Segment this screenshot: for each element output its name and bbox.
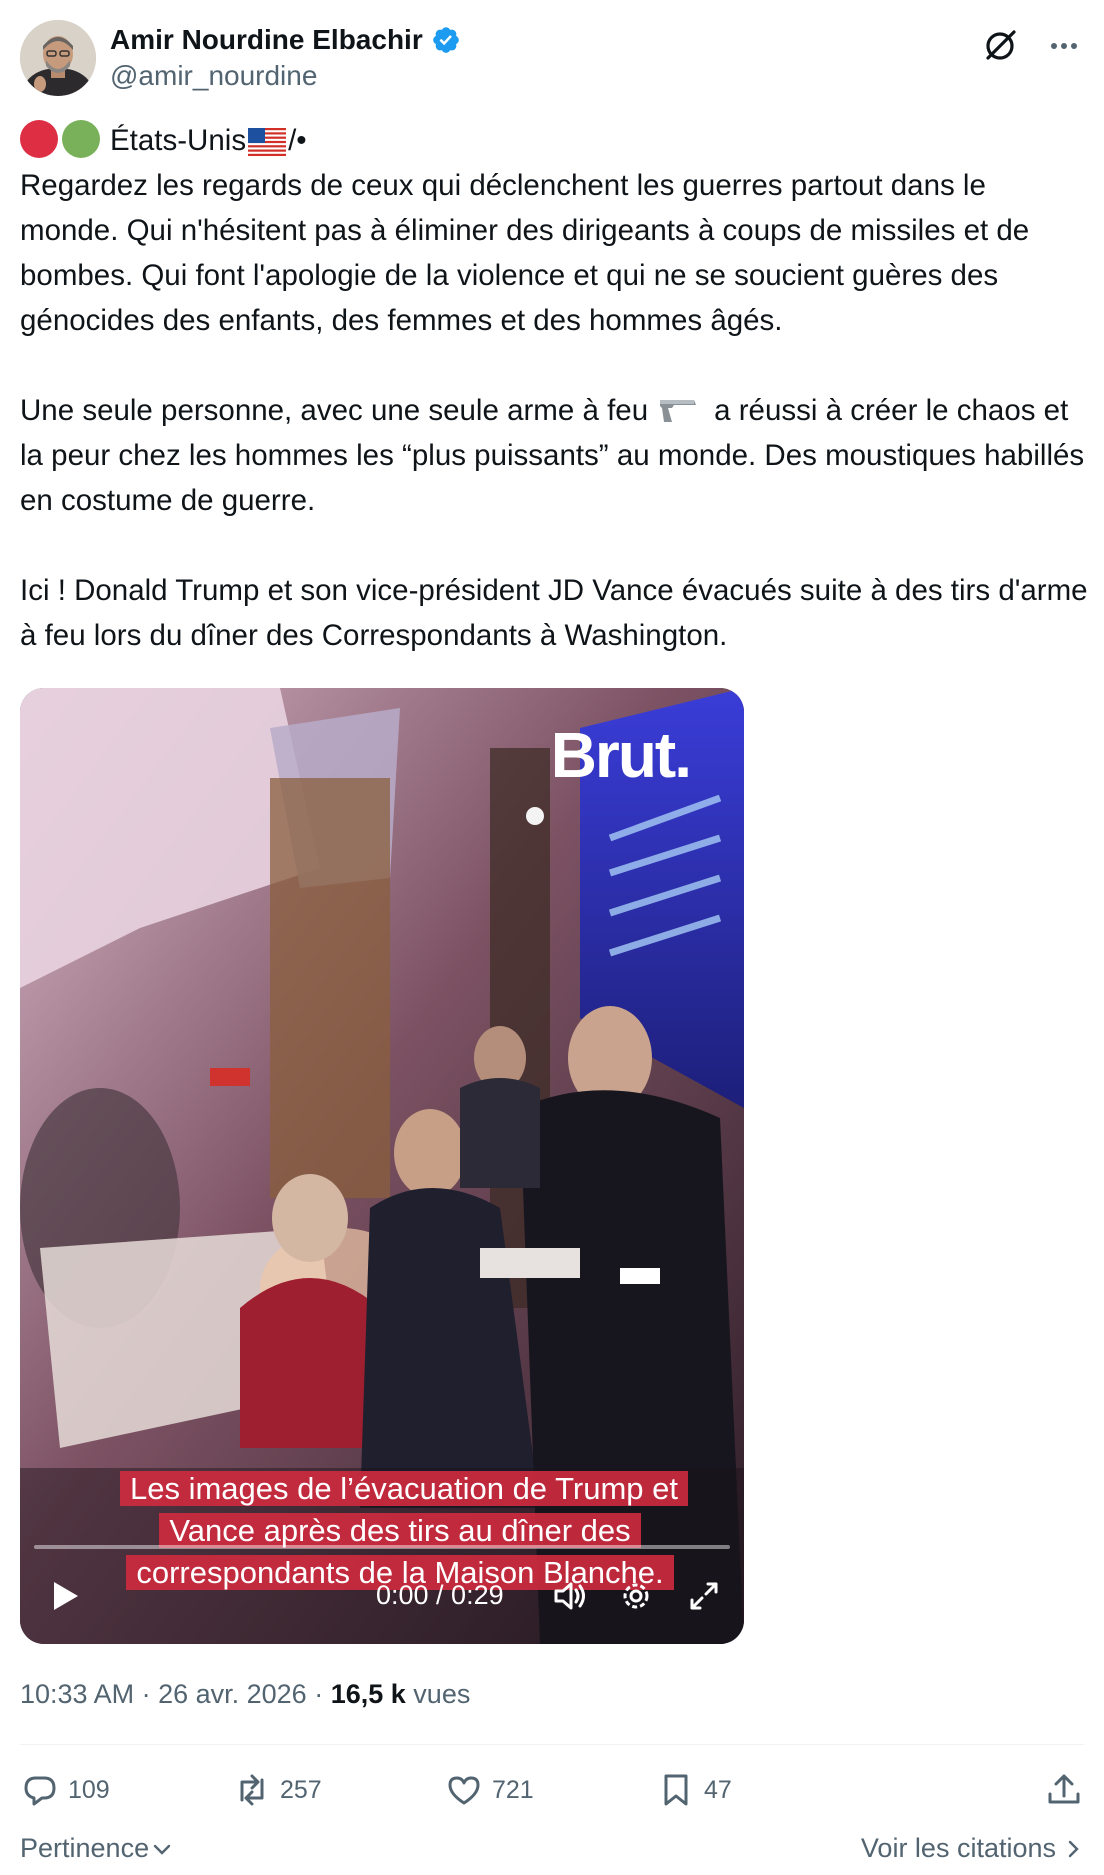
paragraph-1: Regardez les regards de ceux qui déclenc… [20,169,1038,337]
reply-icon [24,1776,56,1806]
like-button[interactable]: 721 [444,1770,534,1810]
divider [20,1744,1084,1745]
bookmark-icon [664,1774,688,1806]
tweet-meta: 10:33 AM · 26 avr. 2026 · 16,5 k vues [20,1679,471,1709]
heart-icon [448,1776,480,1805]
video-watermark: Brut. [550,719,692,791]
bookmark-button[interactable]: 47 [656,1770,732,1810]
red-circle-emoji-icon [20,120,58,158]
tweet-date[interactable]: 26 avr. 2026 [158,1679,307,1709]
volume-icon[interactable] [550,1576,590,1616]
chevron-right-icon [1068,1840,1079,1857]
author-handle[interactable]: @amir_nourdine [110,58,461,94]
author-display-name-row[interactable]: Amir Nourdine Elbachir [110,22,461,58]
quotes-label: Voir les citations [860,1833,1056,1863]
author-names: Amir Nourdine Elbachir @amir_nourdine [110,22,461,94]
tweet-detail: Amir Nourdine Elbachir @amir_nourdine Ét… [0,0,1104,1875]
fullscreen-icon[interactable] [684,1576,724,1616]
settings-gear-icon[interactable] [616,1576,656,1616]
reply-button[interactable]: 109 [20,1770,110,1810]
repost-button[interactable]: 257 [232,1770,322,1810]
bookmark-count: 47 [704,1775,732,1804]
sort-label: Pertinence [20,1833,150,1863]
author-display-name[interactable]: Amir Nourdine Elbachir [110,22,423,58]
tweet-text: États-Unis /• Regardez les regards de ceux… [20,118,1090,658]
video-progress-bar[interactable] [34,1545,730,1549]
play-icon[interactable] [44,1576,84,1616]
views-label: vues [413,1679,471,1709]
repost-icon [240,1774,264,1806]
meta-separator: · [134,1679,159,1709]
verified-badge-icon[interactable] [431,25,461,55]
paragraph-2: Une seule personne, avec une seule arme … [20,388,1090,523]
first-line-suffix: /• [288,124,307,157]
view-quotes-link[interactable]: Voir les citations [861,1833,1084,1864]
us-flag-icon [248,128,287,156]
grok-icon[interactable] [980,26,1020,66]
video-player[interactable]: Brut. Les images de l’évacuation de Trum… [20,688,744,1644]
reply-count: 109 [68,1775,110,1804]
paragraph-2-before: Une seule personne, avec une seule arme … [20,394,649,427]
video-time: 0:00 / 0:29 [376,1580,504,1610]
paragraph-3: Ici ! Donald Trump et son vice-président… [20,574,1096,652]
repost-count: 257 [280,1775,322,1804]
first-line-text: États-Unis [110,124,247,157]
green-circle-emoji-icon [62,120,100,158]
tweet-header: Amir Nourdine Elbachir @amir_nourdine [20,20,1084,98]
pistol-emoji-icon [660,400,697,422]
tweet-first-line: États-Unis /• [20,118,1090,163]
share-icon[interactable] [1044,1770,1084,1810]
action-bar: 109 257 721 47 [20,1770,1084,1810]
views-count: 16,5 k [330,1679,406,1709]
tweet-time[interactable]: 10:33 AM [20,1679,134,1709]
more-options-icon[interactable] [1044,26,1084,66]
like-count: 721 [492,1775,534,1804]
video-controls: 0:00 / 0:29 [20,1554,744,1644]
avatar[interactable] [20,20,96,96]
chevron-down-icon [153,1844,171,1855]
reply-sort-dropdown[interactable]: Pertinence [20,1833,173,1864]
